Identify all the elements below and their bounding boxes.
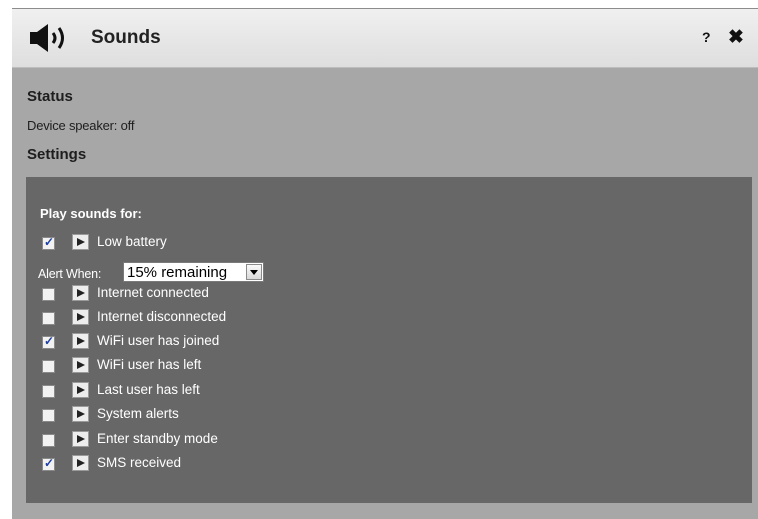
wifi-user-joined-label: WiFi user has joined (97, 333, 220, 348)
play-icon[interactable] (72, 455, 89, 471)
chevron-down-icon[interactable] (246, 264, 262, 280)
system-alerts-label: System alerts (97, 406, 179, 421)
last-user-left-checkbox[interactable] (42, 385, 55, 398)
low-battery-label: Low battery (97, 234, 167, 249)
enter-standby-label: Enter standby mode (97, 431, 218, 446)
system-alerts-checkbox[interactable] (42, 409, 55, 422)
play-icon[interactable] (72, 357, 89, 373)
alert-when-label: Alert When: (38, 267, 102, 281)
check-icon: ✓ (44, 456, 55, 470)
help-button[interactable]: ? (702, 29, 711, 45)
device-speaker-status: Device speaker: off (27, 118, 135, 133)
alert-when-select[interactable]: 15% remaining (123, 262, 264, 282)
dialog-title: Sounds (91, 27, 161, 48)
play-icon[interactable] (72, 285, 89, 301)
sms-received-label: SMS received (97, 455, 182, 470)
sounds-dialog: Sounds ? ✖ Status Device speaker: off Se… (12, 8, 758, 519)
internet-connected-label: Internet connected (97, 285, 209, 300)
wifi-user-left-label: WiFi user has left (97, 357, 202, 372)
play-icon[interactable] (72, 406, 89, 422)
last-user-left-label: Last user has left (97, 382, 200, 397)
play-icon[interactable] (72, 431, 89, 447)
internet-disconnected-label: Internet disconnected (97, 309, 227, 324)
play-icon[interactable] (72, 309, 89, 325)
close-button[interactable]: ✖ (728, 26, 744, 49)
wifi-user-left-checkbox[interactable] (42, 360, 55, 373)
sms-received-checkbox[interactable]: ✓ (42, 456, 55, 471)
settings-panel: Play sounds for: ✓ Low battery Alert Whe… (26, 177, 752, 503)
enter-standby-checkbox[interactable] (42, 434, 55, 447)
internet-disconnected-checkbox[interactable] (42, 312, 55, 325)
play-icon[interactable] (72, 333, 89, 349)
wifi-user-joined-checkbox[interactable]: ✓ (42, 334, 55, 349)
play-sounds-for-label: Play sounds for: (40, 206, 142, 221)
play-icon[interactable] (72, 382, 89, 398)
play-icon[interactable] (72, 234, 89, 250)
alert-when-value: 15% remaining (127, 264, 228, 281)
check-icon: ✓ (44, 235, 55, 249)
settings-heading: Settings (27, 146, 87, 163)
low-battery-checkbox[interactable]: ✓ (42, 235, 55, 250)
check-icon: ✓ (44, 334, 55, 348)
status-heading: Status (27, 88, 73, 105)
speaker-icon (30, 24, 64, 52)
internet-connected-checkbox[interactable] (42, 288, 55, 301)
dialog-header: Sounds ? ✖ (12, 9, 758, 68)
